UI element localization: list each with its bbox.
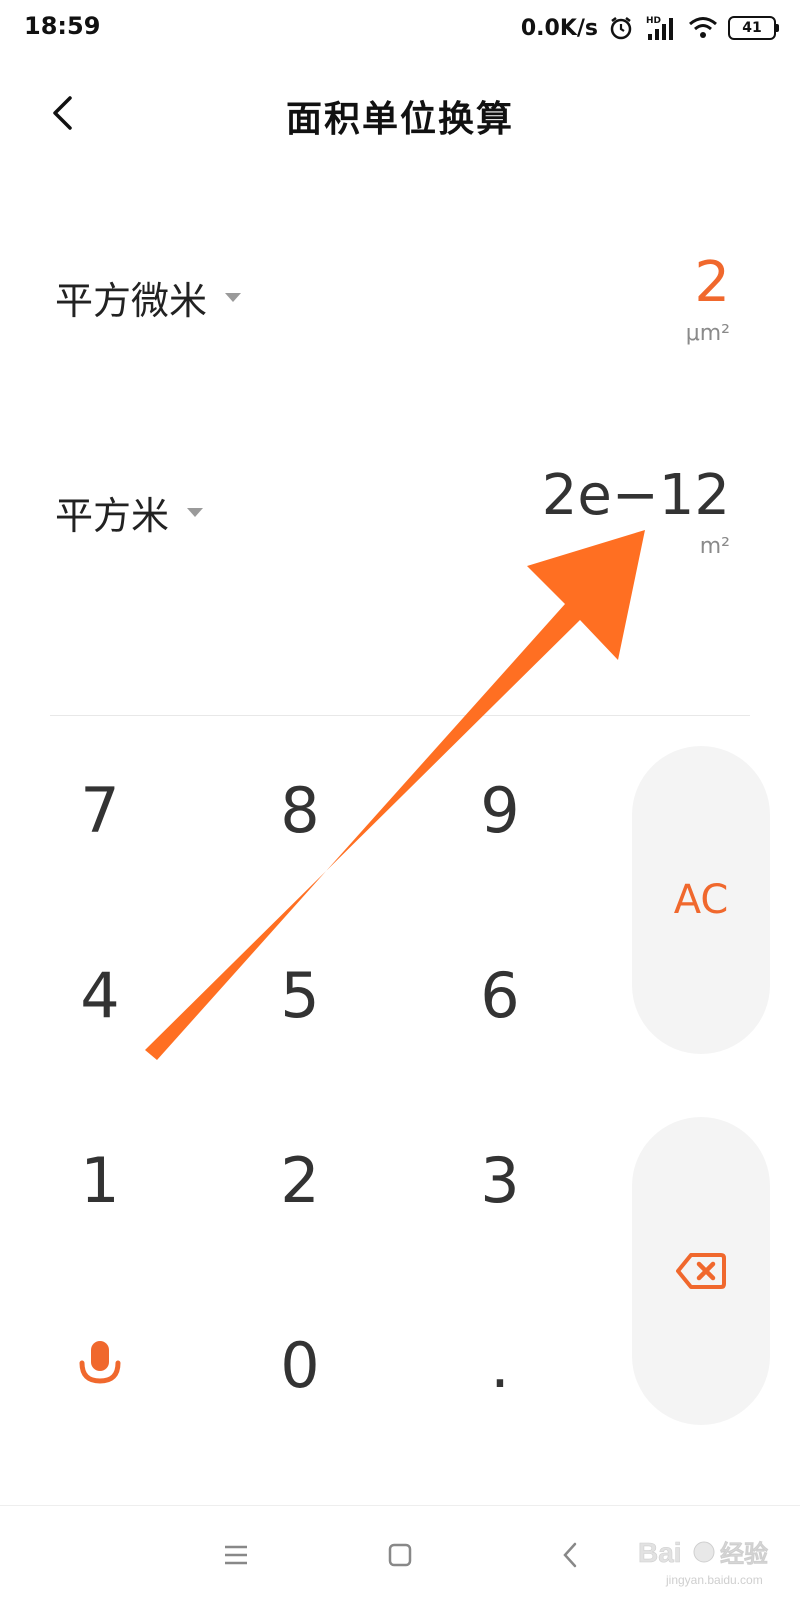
dropdown-caret-icon — [225, 293, 242, 302]
home-button[interactable] — [380, 1535, 420, 1575]
nav-back-button[interactable] — [550, 1535, 590, 1575]
cell-signal-icon: HD — [644, 14, 678, 42]
svg-text:jingyan.baidu.com: jingyan.baidu.com — [665, 1573, 763, 1587]
watermark-logo: Bai 经验 jingyan.baidu.com — [638, 1537, 769, 1587]
dropdown-caret-icon — [187, 508, 204, 517]
key-0[interactable]: 0 — [240, 1305, 360, 1425]
status-time: 18:59 — [24, 12, 101, 40]
key-9[interactable]: 9 — [440, 750, 560, 870]
key-8[interactable]: 8 — [240, 750, 360, 870]
to-value: 2e−12 — [541, 463, 730, 528]
menu-icon — [225, 1545, 247, 1565]
microphone-icon — [79, 1341, 121, 1384]
key-6[interactable]: 6 — [440, 935, 560, 1055]
divider — [50, 715, 750, 716]
voice-input-button[interactable] — [40, 1305, 160, 1425]
key-4[interactable]: 4 — [40, 935, 160, 1055]
from-value: 2 — [694, 250, 730, 315]
backspace-button[interactable] — [632, 1117, 770, 1425]
svg-text:Bai: Bai — [638, 1537, 682, 1568]
battery-icon: 41 — [728, 16, 779, 40]
to-value-display[interactable]: 2e−12 m² — [541, 463, 730, 560]
page-title: 面积单位换算 — [285, 99, 514, 140]
from-unit-selector[interactable]: 平方微米 — [55, 270, 242, 325]
battery-level: 41 — [742, 20, 762, 36]
from-unit-symbol: μm² — [685, 321, 730, 346]
alarm-icon — [608, 15, 634, 41]
hd-label: HD — [646, 16, 661, 26]
key-5[interactable]: 5 — [240, 935, 360, 1055]
key-decimal[interactable]: . — [440, 1305, 560, 1425]
to-unit-label: 平方米 — [55, 494, 170, 538]
recent-apps-button[interactable] — [216, 1535, 256, 1575]
key-3[interactable]: 3 — [440, 1120, 560, 1240]
to-unit-symbol: m² — [699, 534, 730, 559]
key-7[interactable]: 7 — [40, 750, 160, 870]
clear-all-button[interactable]: AC — [632, 746, 770, 1054]
key-2[interactable]: 2 — [240, 1120, 360, 1240]
network-speed: 0.0K/s — [520, 15, 598, 41]
back-icon — [563, 1542, 577, 1568]
svg-text:经验: 经验 — [720, 1540, 768, 1568]
from-unit-label: 平方微米 — [55, 279, 208, 323]
status-icons: 0.0K/s HD 41 — [520, 8, 779, 48]
from-value-display[interactable]: 2 μm² — [685, 250, 730, 347]
key-1[interactable]: 1 — [40, 1120, 160, 1240]
wifi-icon — [688, 16, 718, 40]
home-icon — [388, 1543, 412, 1567]
to-unit-selector[interactable]: 平方米 — [55, 485, 204, 540]
backspace-icon — [676, 1253, 726, 1289]
clear-all-label: AC — [673, 877, 729, 923]
